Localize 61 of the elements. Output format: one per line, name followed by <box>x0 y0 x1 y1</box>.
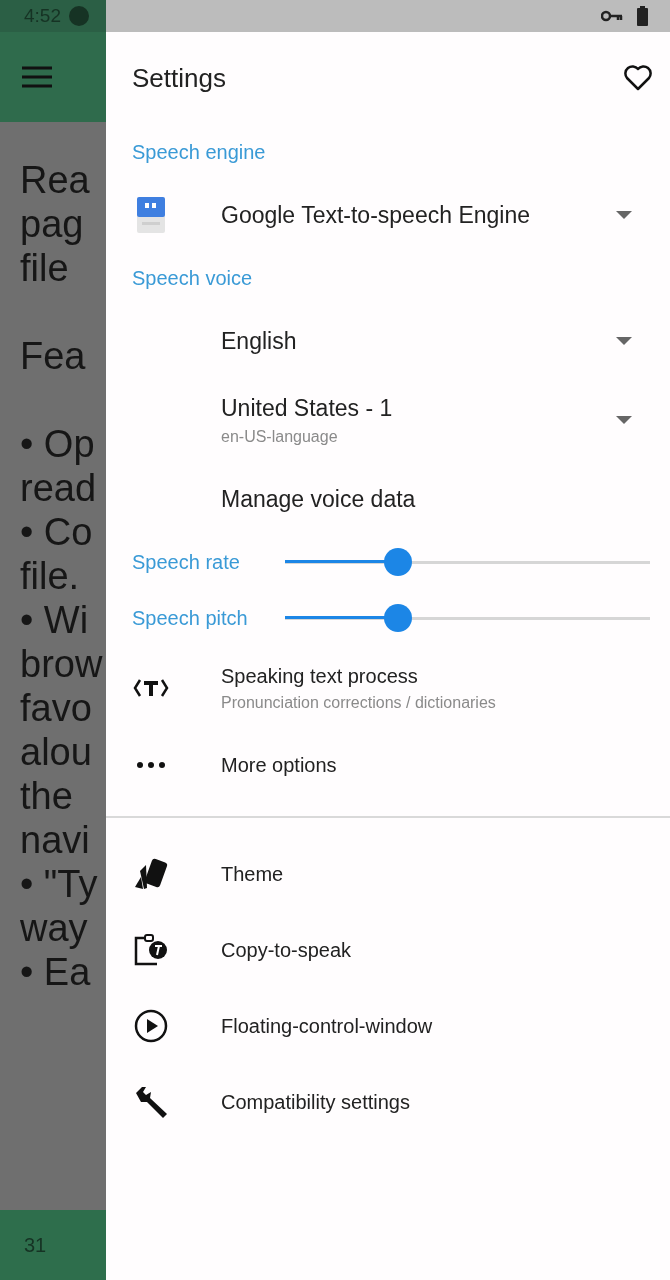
dropdown-caret-icon[interactable] <box>616 337 632 345</box>
menu-item[interactable]: Compatibility settings <box>106 1064 670 1140</box>
dropdown-value: United States - 1 <box>221 394 393 422</box>
dropdown[interactable]: Google Text-to-speech Engine <box>106 180 670 250</box>
dropdown-value: English <box>221 327 297 355</box>
dropdown-subtitle: en-US-language <box>221 427 338 446</box>
drawer-title: Settings <box>132 62 226 94</box>
document-text-line: alou <box>20 730 93 774</box>
document-text-line: pag <box>20 202 85 246</box>
menu-item[interactable]: More options <box>106 730 670 800</box>
dropdown-caret-icon[interactable] <box>616 211 632 219</box>
key-icon <box>601 10 623 22</box>
dropdown-caret-icon[interactable] <box>616 416 632 424</box>
page-number: 31 <box>24 1233 47 1257</box>
play-circle-icon <box>133 1009 168 1043</box>
document-text-line: • Op <box>20 422 96 466</box>
menu-item-label: Theme <box>221 862 284 886</box>
menu-icon[interactable] <box>22 66 52 88</box>
document-text-line: brow <box>20 642 104 686</box>
menu-item[interactable]: Copy-to-speak <box>106 912 670 988</box>
battery-icon <box>637 6 648 26</box>
slider-thumb[interactable] <box>384 604 413 632</box>
section-header: Speech voice <box>132 266 253 290</box>
clipboard-icon <box>132 933 169 967</box>
menu-item[interactable]: Speaking text process Pronunciation corrections / dictionaries <box>106 646 670 730</box>
menu-item-label: Compatibility settings <box>221 1090 410 1114</box>
menu-item-label: Floating-control-window <box>221 1014 433 1038</box>
document-text-line: • Wi <box>20 598 90 642</box>
document-text-line: file. <box>20 554 81 598</box>
app-notification-icon <box>69 6 89 26</box>
document-text-line: the <box>20 774 74 818</box>
document-text-line: • "Ty <box>20 862 99 906</box>
menu-item-label: Manage voice data <box>221 485 416 513</box>
cards-icon <box>132 857 169 891</box>
dropdown[interactable]: English <box>106 306 670 376</box>
document-text-line: • Co <box>20 510 94 554</box>
document-text-line: • Ea <box>20 950 92 994</box>
document-text-line: favo <box>20 686 93 730</box>
document-text-line: read <box>20 466 98 510</box>
text-tag-icon <box>132 677 169 699</box>
menu-item[interactable]: Floating-control-window <box>106 988 670 1064</box>
menu-item-label: More options <box>221 753 337 777</box>
slider-label: Speech rate <box>132 550 241 574</box>
more-icon <box>136 762 165 768</box>
document-text-line: way <box>20 906 89 950</box>
menu-item[interactable]: Manage voice data <box>106 464 670 534</box>
document-text-line: navi <box>20 818 91 862</box>
menu-item[interactable]: Theme <box>106 836 670 912</box>
slider-label: Speech pitch <box>132 606 249 630</box>
menu-item-subtitle: Pronunciation corrections / dictionaries <box>221 693 496 712</box>
document-text-line: file <box>20 246 70 290</box>
speech-engine-icon <box>135 195 166 235</box>
menu-item-label: Copy-to-speak <box>221 938 352 962</box>
dropdown[interactable]: United States - 1 en-US-language <box>106 376 670 464</box>
dropdown-value: Google Text-to-speech Engine <box>221 201 530 229</box>
slider-thumb[interactable] <box>384 548 413 576</box>
document-text-line: Fea <box>20 334 87 378</box>
document-text-line: Rea <box>20 158 91 202</box>
menu-item-label: Speaking text process <box>221 664 418 688</box>
section-header: Speech engine <box>132 140 266 164</box>
heart-icon[interactable] <box>624 65 652 91</box>
